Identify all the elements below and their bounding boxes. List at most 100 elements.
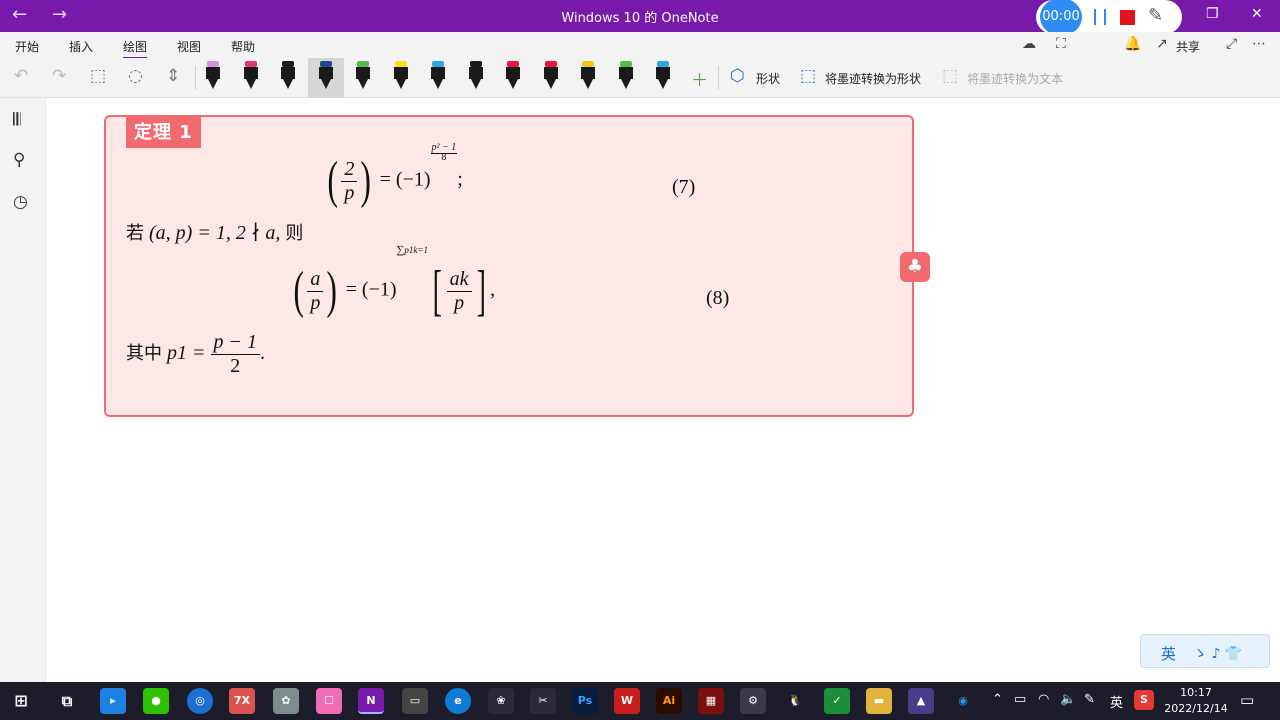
monitor-icon[interactable]: ▭ <box>402 688 428 714</box>
pen-tool-6[interactable] <box>393 61 409 91</box>
wifi-icon[interactable]: ◠ <box>1038 692 1049 707</box>
wps-icon[interactable]: W <box>614 688 640 714</box>
pen-tool-11[interactable] <box>580 61 596 91</box>
theorem-label: 定理 1 <box>126 115 201 148</box>
notebooks-icon[interactable]: 𝄃𝄃 <box>13 110 21 130</box>
app-icon[interactable]: ❀ <box>488 688 514 714</box>
ribbon-tabs: 开始 插入 绘图 视图 帮助 ☁ ⛶ 🔔 ↗ 共享 ⤢ ⋯ <box>0 32 1280 59</box>
wechat-icon[interactable]: ● <box>143 688 169 714</box>
tray-language[interactable]: 英 <box>1110 692 1123 711</box>
lasso-icon[interactable]: ◌ <box>128 66 143 86</box>
pen-tool-8[interactable] <box>468 61 484 91</box>
app-icon[interactable]: ✂ <box>530 688 556 714</box>
windows-start-icon[interactable]: ⊞ <box>8 688 34 714</box>
condition-line: 若 (a, p) = 1, 2 ∤ a, 则 <box>126 222 304 244</box>
app-icon[interactable]: ▸ <box>100 688 126 714</box>
club-icon[interactable]: ♣ <box>900 252 930 282</box>
illustrator-icon[interactable]: Ai <box>656 688 682 714</box>
recorder-icon[interactable]: ◉ <box>950 688 976 714</box>
browser-icon[interactable]: ◎ <box>187 688 213 714</box>
task-view-icon[interactable]: ⧉ <box>54 688 80 714</box>
eq8-exponent-sum: ∑p1k=1 <box>396 244 428 256</box>
system-clock[interactable]: 10:17 2022/12/14 <box>1162 685 1230 717</box>
recent-clock-icon[interactable]: ◷ <box>13 192 28 212</box>
select-text-icon[interactable]: ⬚ <box>90 66 106 86</box>
pen-tool-7[interactable] <box>430 61 446 91</box>
left-paren: ( <box>293 262 304 319</box>
left-sidebar: 𝄃𝄃 ⚲ ◷ <box>0 98 46 682</box>
equation-8: (a p) = (−1) ∑p1k=1 [ak p], <box>290 245 495 322</box>
tab-view[interactable]: 视图 <box>177 38 201 55</box>
theorem-box[interactable]: 定理 1 (2 p) = (−1) p² − 1 8; (7) 若 (a, p) = … <box>104 115 914 417</box>
onenote-icon[interactable]: N <box>358 688 384 714</box>
left-bracket: [ <box>432 260 442 322</box>
add-pen-icon[interactable]: ＋ <box>691 66 708 91</box>
close-button[interactable]: ✕ <box>1251 6 1263 22</box>
ime-decoration: ゝ ♪ 👕 <box>1193 646 1243 662</box>
equation-7: (2 p) = (−1) p² − 1 8; <box>324 142 463 209</box>
app-icon[interactable]: ⚙ <box>740 688 766 714</box>
pause-icon[interactable] <box>1094 9 1106 25</box>
equation-7-number: (7) <box>672 176 696 198</box>
pen-tool-9[interactable] <box>505 61 521 91</box>
left-paren: ( <box>327 152 338 209</box>
pen-tool-4[interactable] <box>318 61 334 91</box>
app-icon[interactable]: ✓ <box>824 688 850 714</box>
pen-tool-12[interactable] <box>618 61 634 91</box>
restore-button[interactable]: ❐ <box>1206 6 1219 22</box>
p1-fraction: p − 12 <box>210 331 260 378</box>
ink-to-text-icon[interactable]: ⬚ <box>942 66 958 86</box>
ime-widget[interactable]: 英 ゝ ♪ 👕 <box>1140 634 1270 668</box>
share-icon[interactable]: ↗ <box>1156 36 1168 52</box>
more-icon[interactable]: ⋯ <box>1252 36 1266 52</box>
pen-tool-5[interactable] <box>355 61 371 91</box>
sogou-ime-icon[interactable]: S <box>1134 690 1154 710</box>
sync-icon[interactable]: ☁ <box>1022 36 1036 52</box>
ink-to-shape-button[interactable]: 将墨迹转换为形状 <box>825 70 921 87</box>
qq-icon[interactable]: 🐧 <box>782 688 808 714</box>
expand-icon[interactable]: ⤢ <box>1226 36 1237 52</box>
pen-tray-icon[interactable]: ✎ <box>1084 692 1095 707</box>
notification-icon[interactable]: ▭ <box>1240 691 1254 709</box>
stop-icon[interactable] <box>1120 10 1135 25</box>
edge-icon[interactable]: e <box>445 688 471 714</box>
draw-toolbar: ↶ ↷ ⬚ ◌ ⇕ ＋ ⬡ 形状 ⬚ 将墨迹转换为形状 ⬚ 将墨迹转换为文本 <box>0 58 1280 98</box>
tab-draw[interactable]: 绘图 <box>123 38 148 59</box>
app-icon[interactable]: ▦ <box>698 688 724 714</box>
app-7x-icon[interactable]: 7X <box>229 688 255 714</box>
pen-tool-2[interactable] <box>243 61 259 91</box>
chevron-up-icon[interactable]: ⌃ <box>992 692 1003 707</box>
tab-insert[interactable]: 插入 <box>69 38 93 55</box>
ink-to-shape-icon[interactable]: ⬚ <box>800 66 816 86</box>
tab-home[interactable]: 开始 <box>15 38 39 55</box>
share-button[interactable]: 共享 <box>1176 38 1200 55</box>
shapes-button[interactable]: 形状 <box>756 70 780 87</box>
right-paren: ) <box>326 262 338 319</box>
volume-icon[interactable]: 🔈 <box>1060 692 1076 707</box>
redo-icon[interactable]: ↷ <box>52 66 66 86</box>
pen-tool-10[interactable] <box>543 61 559 91</box>
insert-space-icon[interactable]: ⇕ <box>166 66 180 86</box>
tab-help[interactable]: 帮助 <box>231 38 255 55</box>
toolbar-divider <box>718 66 719 90</box>
equation-8-number: (8) <box>706 287 730 309</box>
search-icon[interactable]: ⚲ <box>13 150 25 170</box>
undo-icon[interactable]: ↶ <box>14 66 28 86</box>
shapes-icon[interactable]: ⬡ <box>730 66 745 86</box>
pen-icon[interactable]: ✎ <box>1148 5 1163 26</box>
app-icon[interactable]: ☐ <box>316 688 342 714</box>
ime-language[interactable]: 英 <box>1161 643 1176 664</box>
screen-recorder-widget: 00:00 ✎ <box>1036 0 1182 36</box>
bell-icon[interactable]: 🔔 <box>1124 36 1141 52</box>
pen-tool-3[interactable] <box>280 61 296 91</box>
recorder-timer[interactable]: 00:00 <box>1040 0 1082 36</box>
pen-tool-1[interactable] <box>205 61 221 91</box>
app-icon[interactable]: ▲ <box>908 688 934 714</box>
photoshop-icon[interactable]: Ps <box>572 688 598 714</box>
paint-icon[interactable]: ✿ <box>273 688 299 714</box>
ink-to-text-button[interactable]: 将墨迹转换为文本 <box>967 70 1063 87</box>
pen-tool-13[interactable] <box>655 61 671 91</box>
folder-icon[interactable]: ▬ <box>866 688 892 714</box>
fullscreen-icon[interactable]: ⛶ <box>1056 36 1066 52</box>
battery-icon[interactable]: ▭ <box>1014 692 1026 707</box>
